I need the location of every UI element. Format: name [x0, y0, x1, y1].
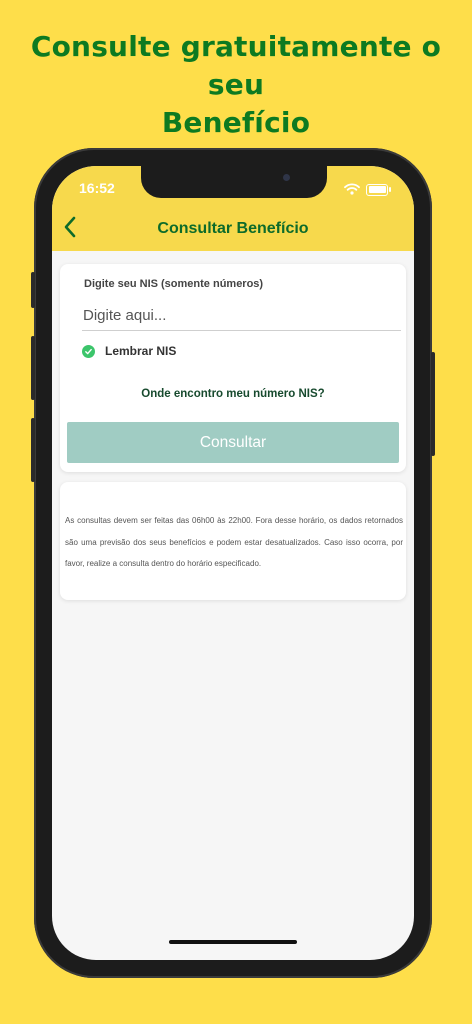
volume-up-button [31, 336, 35, 400]
status-icons [344, 180, 391, 199]
remember-nis-checkbox[interactable]: Lembrar NIS [82, 344, 176, 358]
home-indicator[interactable] [169, 940, 297, 944]
info-card: As consultas devem ser feitas das 06h00 … [60, 482, 406, 600]
silent-switch [31, 272, 35, 308]
status-time: 16:52 [79, 180, 115, 196]
page-title: Consultar Benefício [157, 220, 309, 237]
notch [141, 166, 327, 198]
remember-nis-label: Lembrar NIS [105, 344, 177, 358]
power-button [431, 352, 435, 456]
camera-icon [283, 174, 290, 181]
consult-button[interactable]: Consultar [67, 422, 399, 463]
promo-title-line-2: Benefício [161, 106, 311, 139]
nis-input[interactable] [82, 300, 401, 331]
promo-title: Consulte gratuitamente o seu Benefício [0, 28, 472, 142]
where-find-nis-link[interactable]: Onde encontro meu número NIS? [60, 388, 406, 400]
battery-icon [366, 183, 391, 196]
nis-form-card: Digite seu NIS (somente números) Lembrar… [60, 264, 406, 472]
volume-down-button [31, 418, 35, 482]
nis-field-label: Digite seu NIS (somente números) [84, 278, 264, 290]
promo-title-line-1: Consulte gratuitamente o seu [30, 30, 442, 101]
check-icon [82, 344, 95, 358]
wifi-icon [344, 180, 360, 199]
info-text: As consultas devem ser feitas das 06h00 … [65, 516, 403, 568]
phone-screen: 16:52 Consultar Benefício Digite seu NIS… [52, 166, 414, 960]
